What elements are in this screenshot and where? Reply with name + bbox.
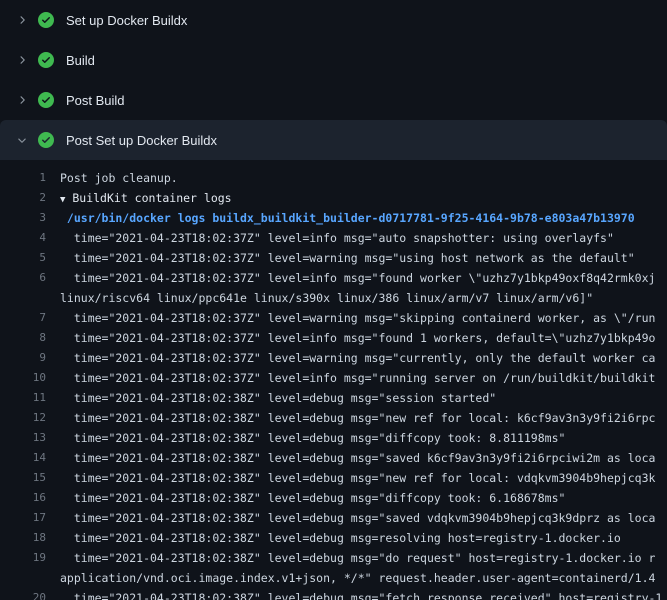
log-line-text: linux/riscv64 linux/ppc641e linux/s390x … <box>60 288 593 308</box>
log-line-number[interactable]: 5 <box>0 248 46 268</box>
log-line-number[interactable]: 13 <box>0 428 46 448</box>
log-line-text: Post job cleanup. <box>60 168 178 188</box>
chevron-right-icon[interactable] <box>16 134 28 146</box>
log-line-text: time="2021-04-23T18:02:38Z" level=debug … <box>60 528 621 548</box>
log-line-text: time="2021-04-23T18:02:37Z" level=warnin… <box>60 248 635 268</box>
step-section-header[interactable]: Set up Docker Buildx <box>0 0 667 40</box>
step-section-label: Build <box>66 53 95 68</box>
log-line-number[interactable]: 17 <box>0 508 46 528</box>
log-line-number[interactable]: 16 <box>0 488 46 508</box>
step-section-header[interactable]: Post Build <box>0 80 667 120</box>
log-line-number[interactable]: 9 <box>0 348 46 368</box>
step-section-label: Post Set up Docker Buildx <box>66 133 217 148</box>
log-line-text: /usr/bin/docker logs buildx_buildkit_bui… <box>60 208 635 228</box>
log-line-number[interactable]: 6 <box>0 268 46 288</box>
log-line-number[interactable]: 4 <box>0 228 46 248</box>
chevron-right-icon[interactable] <box>16 14 28 26</box>
log-line: 1 Post job cleanup. <box>0 168 667 188</box>
check-circle-icon <box>38 12 54 28</box>
step-section-label: Set up Docker Buildx <box>66 13 187 28</box>
log-line-number[interactable]: 10 <box>0 368 46 388</box>
log-line: 3 /usr/bin/docker logs buildx_buildkit_b… <box>0 208 667 228</box>
workflow-log-viewer: Set up Docker Buildx Build Post Build Po… <box>0 0 667 600</box>
log-line: 18 time="2021-04-23T18:02:38Z" level=deb… <box>0 528 667 548</box>
log-line-text: time="2021-04-23T18:02:37Z" level=info m… <box>60 368 655 388</box>
log-line-text: time="2021-04-23T18:02:38Z" level=debug … <box>60 468 655 488</box>
log-line: 4 time="2021-04-23T18:02:37Z" level=info… <box>0 228 667 248</box>
log-body: 1 Post job cleanup. 2 ▼ BuildKit contain… <box>0 160 667 600</box>
log-line-text: time="2021-04-23T18:02:38Z" level=debug … <box>60 408 655 428</box>
log-line: 2 ▼ BuildKit container logs <box>0 188 667 208</box>
log-line-number[interactable] <box>0 288 46 308</box>
log-line-text: time="2021-04-23T18:02:38Z" level=debug … <box>60 448 655 468</box>
log-line-number[interactable]: 20 <box>0 588 46 600</box>
log-line-text: time="2021-04-23T18:02:38Z" level=debug … <box>60 548 655 568</box>
check-circle-icon <box>38 52 54 68</box>
step-section-header[interactable]: Build <box>0 40 667 80</box>
log-line-text: time="2021-04-23T18:02:37Z" level=info m… <box>60 268 655 288</box>
log-line-number[interactable]: 12 <box>0 408 46 428</box>
log-line-number[interactable]: 15 <box>0 468 46 488</box>
log-line-text: ▼ BuildKit container logs <box>60 188 232 208</box>
log-line: 20 time="2021-04-23T18:02:38Z" level=deb… <box>0 588 667 600</box>
log-line: 6 time="2021-04-23T18:02:37Z" level=info… <box>0 268 667 288</box>
log-line-text: time="2021-04-23T18:02:38Z" level=debug … <box>60 588 662 600</box>
step-sections: Set up Docker Buildx Build Post Build Po… <box>0 0 667 160</box>
log-line: 16 time="2021-04-23T18:02:38Z" level=deb… <box>0 488 667 508</box>
log-line: 10 time="2021-04-23T18:02:37Z" level=inf… <box>0 368 667 388</box>
log-line-text: time="2021-04-23T18:02:37Z" level=warnin… <box>60 348 655 368</box>
log-line: 11 time="2021-04-23T18:02:38Z" level=deb… <box>0 388 667 408</box>
log-line-number[interactable]: 14 <box>0 448 46 468</box>
group-toggle-icon[interactable]: ▼ <box>60 190 65 208</box>
log-line-text: time="2021-04-23T18:02:38Z" level=debug … <box>60 488 565 508</box>
log-line-text: time="2021-04-23T18:02:38Z" level=debug … <box>60 508 655 528</box>
log-line: 17 time="2021-04-23T18:02:38Z" level=deb… <box>0 508 667 528</box>
log-line-number[interactable]: 7 <box>0 308 46 328</box>
log-line-number[interactable] <box>0 568 46 588</box>
log-line-text: time="2021-04-23T18:02:38Z" level=debug … <box>60 428 565 448</box>
log-line-number[interactable]: 2 <box>0 188 46 208</box>
log-line-number[interactable]: 19 <box>0 548 46 568</box>
log-line-number[interactable]: 11 <box>0 388 46 408</box>
log-line-text: time="2021-04-23T18:02:37Z" level=warnin… <box>60 308 655 328</box>
log-line-text: time="2021-04-23T18:02:37Z" level=info m… <box>60 328 655 348</box>
step-section-header[interactable]: Post Set up Docker Buildx <box>0 120 667 160</box>
log-line-number[interactable]: 18 <box>0 528 46 548</box>
log-line: 9 time="2021-04-23T18:02:37Z" level=warn… <box>0 348 667 368</box>
chevron-right-icon[interactable] <box>16 94 28 106</box>
log-line: 8 time="2021-04-23T18:02:37Z" level=info… <box>0 328 667 348</box>
log-line-text: time="2021-04-23T18:02:37Z" level=info m… <box>60 228 614 248</box>
log-line: linux/riscv64 linux/ppc641e linux/s390x … <box>0 288 667 308</box>
log-line: 15 time="2021-04-23T18:02:38Z" level=deb… <box>0 468 667 488</box>
log-line-text: time="2021-04-23T18:02:38Z" level=debug … <box>60 388 496 408</box>
log-line: 7 time="2021-04-23T18:02:37Z" level=warn… <box>0 308 667 328</box>
log-line: 19 time="2021-04-23T18:02:38Z" level=deb… <box>0 548 667 568</box>
check-circle-icon <box>38 132 54 148</box>
step-section-label: Post Build <box>66 93 125 108</box>
log-line: 13 time="2021-04-23T18:02:38Z" level=deb… <box>0 428 667 448</box>
log-line-text: application/vnd.oci.image.index.v1+json,… <box>60 568 655 588</box>
log-line-number[interactable]: 3 <box>0 208 46 228</box>
log-line: application/vnd.oci.image.index.v1+json,… <box>0 568 667 588</box>
check-circle-icon <box>38 92 54 108</box>
chevron-right-icon[interactable] <box>16 54 28 66</box>
log-line-number[interactable]: 1 <box>0 168 46 188</box>
log-line: 14 time="2021-04-23T18:02:38Z" level=deb… <box>0 448 667 468</box>
log-line: 5 time="2021-04-23T18:02:37Z" level=warn… <box>0 248 667 268</box>
log-line-number[interactable]: 8 <box>0 328 46 348</box>
log-line: 12 time="2021-04-23T18:02:38Z" level=deb… <box>0 408 667 428</box>
